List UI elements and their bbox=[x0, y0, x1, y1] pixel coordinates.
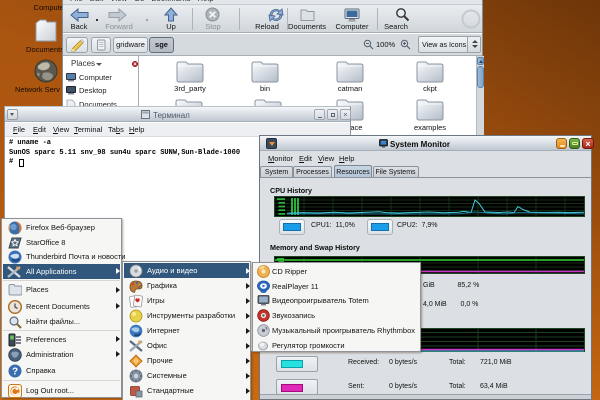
svg-text:?: ? bbox=[12, 366, 18, 377]
